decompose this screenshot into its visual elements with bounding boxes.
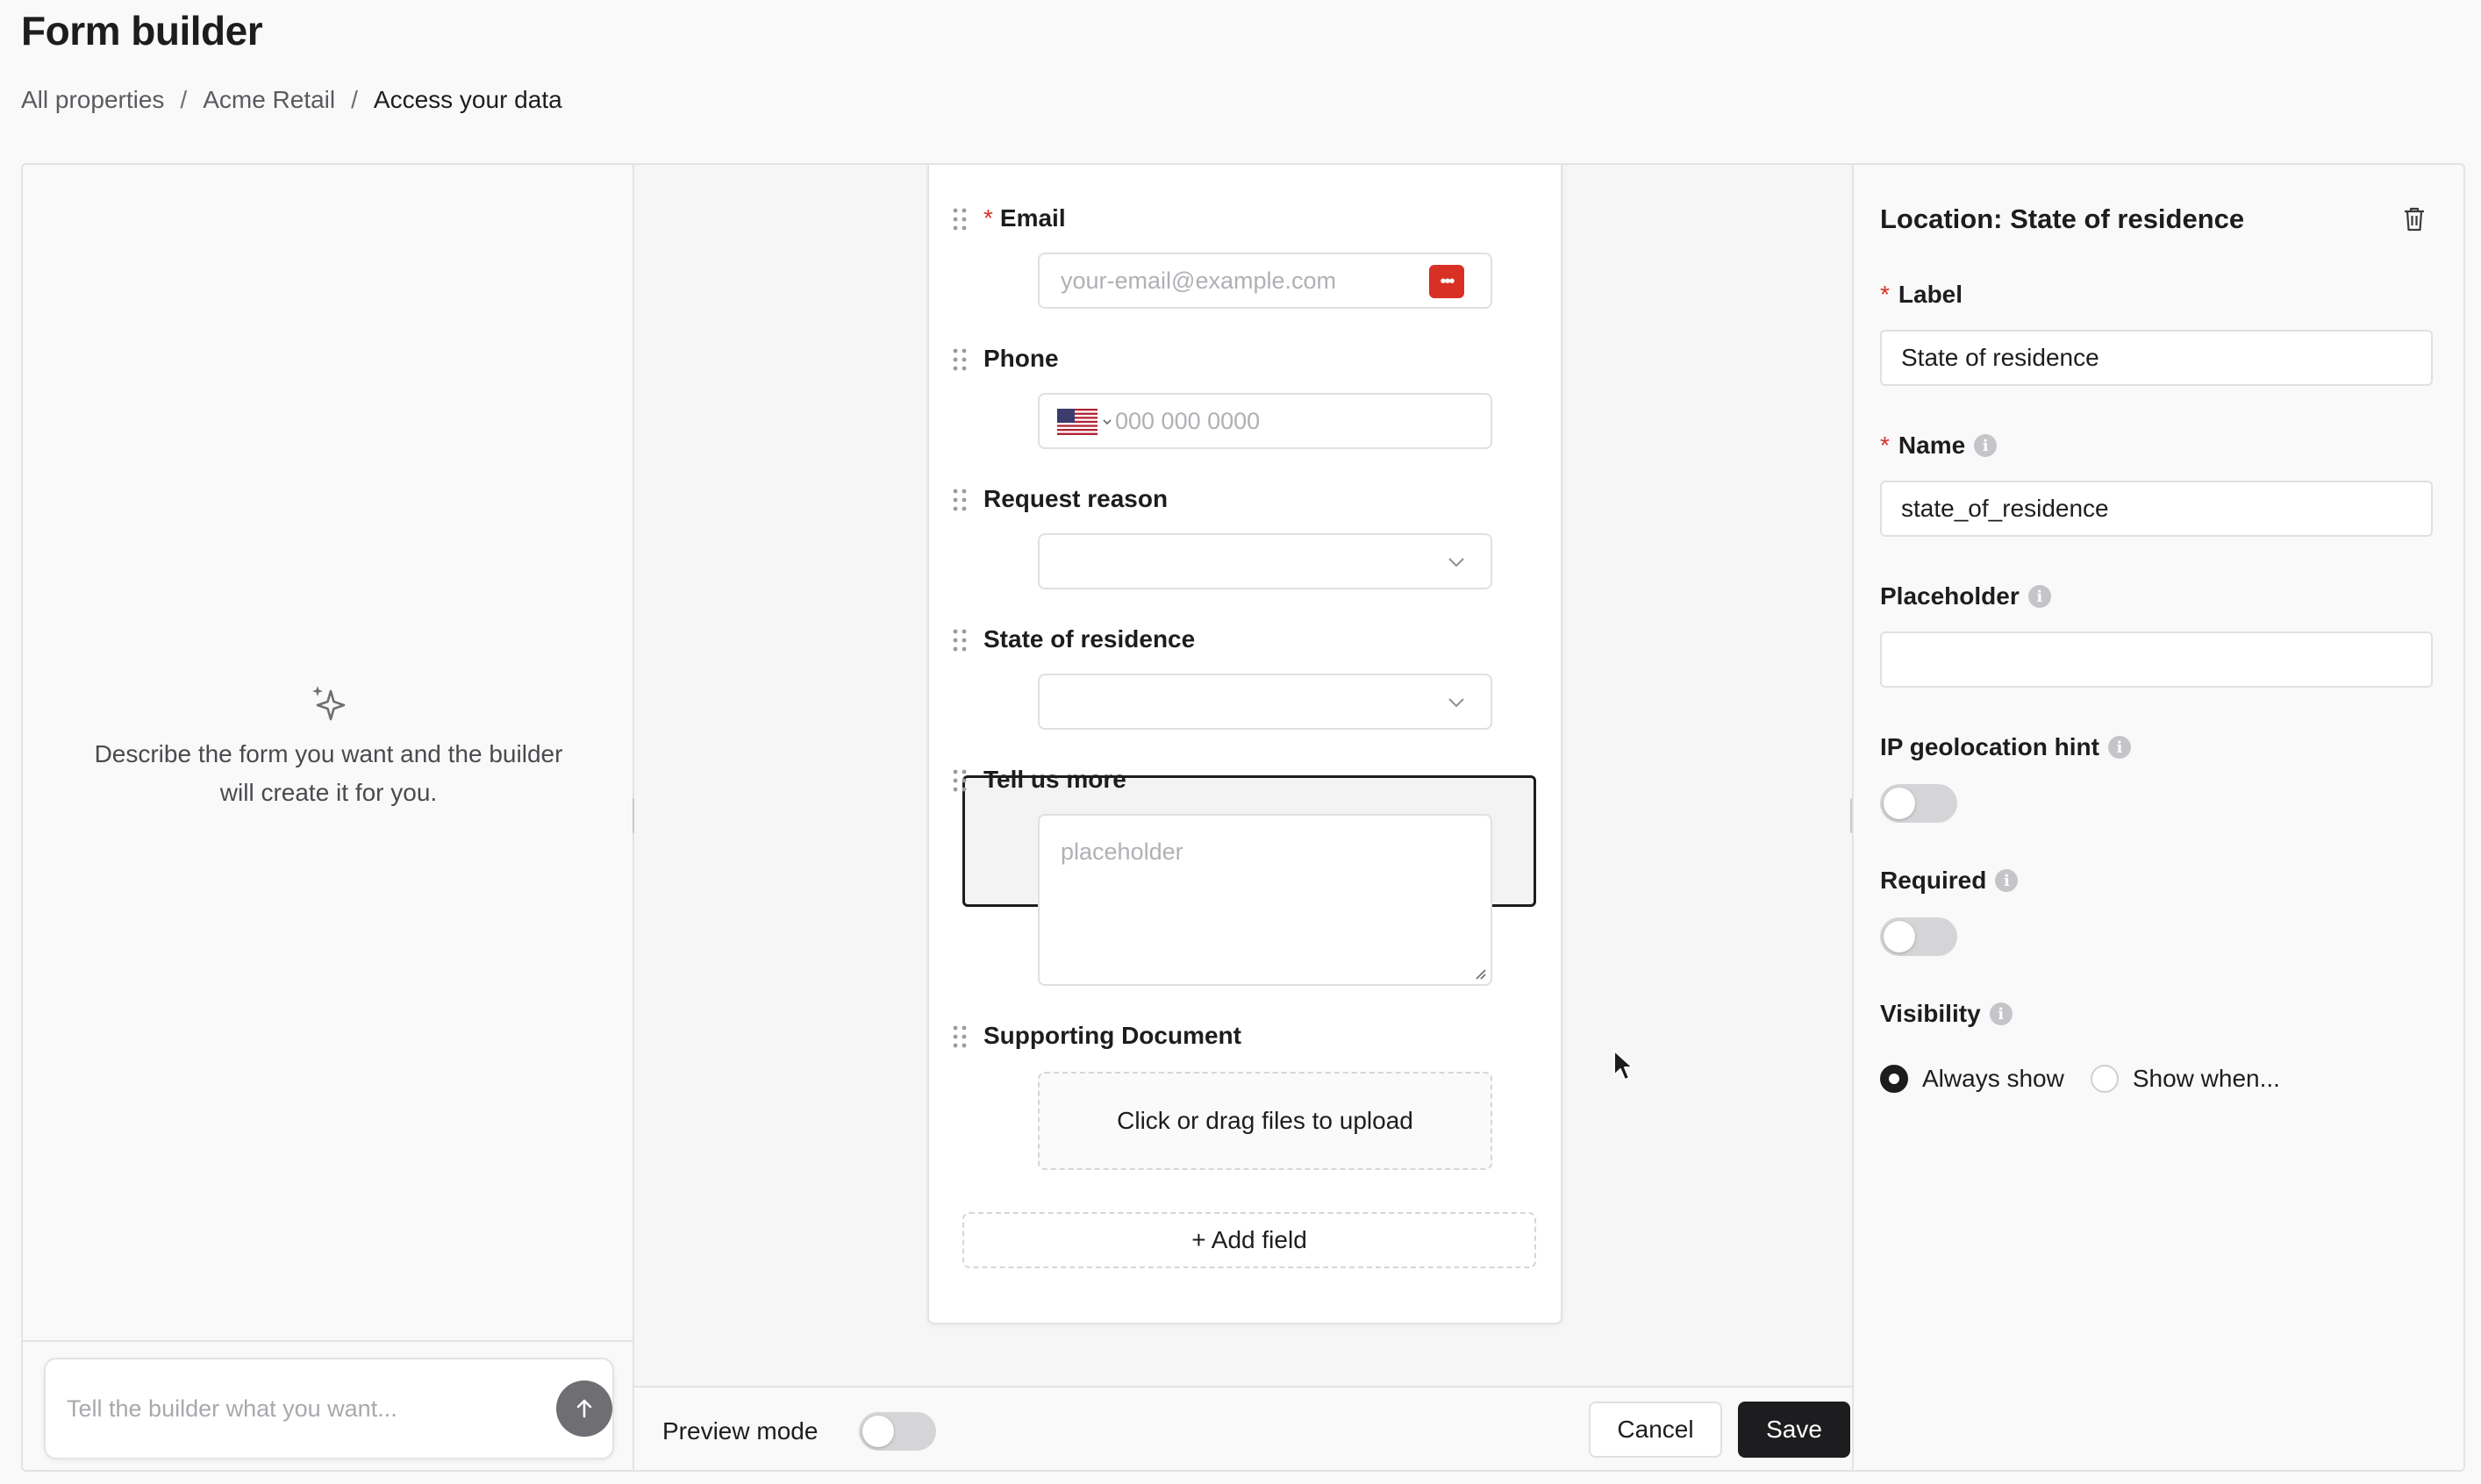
visibility-always-radio[interactable]: [1880, 1065, 1908, 1093]
drag-handle-icon[interactable]: [952, 1024, 968, 1049]
assistant-panel: Describe the form you want and the build…: [23, 165, 634, 1470]
email-input-box: •••: [1038, 253, 1492, 309]
field-label: Phone: [983, 345, 1059, 372]
field-email[interactable]: * Email: [953, 203, 1512, 233]
send-button[interactable]: [556, 1381, 612, 1437]
label-input-box: [1880, 330, 2433, 386]
password-manager-icon[interactable]: •••: [1429, 265, 1464, 298]
page-title: Form builder: [21, 8, 263, 54]
assistant-composer-area: [23, 1340, 634, 1470]
sparkle-icon: [311, 686, 345, 721]
placeholder-input[interactable]: [1882, 633, 2431, 686]
info-icon[interactable]: i: [2027, 585, 2051, 608]
toggle-knob: [1884, 788, 1915, 819]
visibility-label: Visibility i: [1880, 1000, 2013, 1028]
info-icon[interactable]: i: [1974, 434, 1998, 457]
assistant-empty-text: will create it for you.: [219, 779, 438, 806]
file-upload-dropzone[interactable]: Click or drag files to upload: [1038, 1072, 1492, 1170]
visibility-option-label[interactable]: Always show: [1922, 1065, 2064, 1093]
chevron-down-icon: [1448, 558, 1464, 567]
visibility-radio-group: Always show Show when...: [1880, 1065, 2306, 1093]
drag-handle-icon[interactable]: [952, 768, 968, 793]
add-field-button[interactable]: + Add field: [962, 1212, 1536, 1268]
field-label: Supporting Document: [983, 1022, 1241, 1049]
form-canvas: *Email ••• Phone: [634, 165, 1852, 1470]
placeholder-input-box: [1880, 631, 2433, 688]
assistant-empty-text: Describe the form you want and the build…: [94, 740, 563, 767]
field-request-reason[interactable]: Request reason: [953, 484, 1512, 514]
required-asterisk: *: [983, 204, 993, 232]
arrow-up-icon: [576, 1399, 592, 1418]
canvas-footer: Preview mode Cancel Save: [634, 1386, 1852, 1470]
trash-icon[interactable]: [2401, 205, 2427, 233]
properties-panel: Location: State of residence *Label *Nam…: [1852, 165, 2463, 1470]
field-supporting-document[interactable]: Supporting Document: [953, 1021, 1512, 1051]
state-of-residence-select[interactable]: [1038, 674, 1492, 730]
tell-us-more-box: [1038, 814, 1492, 986]
name-input-box: [1880, 481, 2433, 537]
required-label: Required i: [1880, 867, 2019, 895]
drag-handle-icon[interactable]: [952, 488, 968, 512]
field-state-of-residence[interactable]: State of residence: [953, 624, 1512, 654]
assistant-prompt-input[interactable]: [67, 1359, 523, 1458]
field-label: State of residence: [983, 625, 1196, 653]
breadcrumb-item-acme-retail[interactable]: Acme Retail: [203, 86, 335, 114]
phone-input-box: [1038, 393, 1492, 449]
builder-frame: Describe the form you want and the build…: [21, 163, 2465, 1472]
field-tell-us-more[interactable]: Tell us more: [953, 765, 1512, 795]
assistant-empty-state: Describe the form you want and the build…: [23, 682, 634, 812]
breadcrumb-item-all-properties[interactable]: All properties: [21, 86, 164, 114]
visibility-option-label[interactable]: Show when...: [2133, 1065, 2280, 1093]
field-phone[interactable]: Phone: [953, 344, 1512, 374]
form-preview-card: *Email ••• Phone: [927, 165, 1562, 1324]
label-field-label: * Label: [1880, 281, 1963, 308]
name-input[interactable]: [1882, 482, 2431, 535]
breadcrumb: All properties / Acme Retail / Access yo…: [21, 86, 562, 114]
save-button[interactable]: Save: [1738, 1402, 1850, 1458]
mouse-cursor-icon: [1613, 1050, 1634, 1081]
drag-handle-icon[interactable]: [952, 628, 968, 653]
toggle-knob: [862, 1416, 894, 1447]
info-icon[interactable]: i: [1989, 1002, 2013, 1025]
field-label: Request reason: [983, 485, 1169, 512]
label-input[interactable]: [1882, 332, 2431, 384]
cancel-button[interactable]: Cancel: [1589, 1402, 1722, 1458]
tell-us-more-textarea[interactable]: [1040, 816, 1491, 984]
ip-geolocation-label: IP geolocation hint i: [1880, 733, 2131, 761]
phone-number-wrap: [1103, 395, 1471, 447]
drag-handle-icon[interactable]: [952, 347, 968, 372]
assistant-composer: [44, 1358, 614, 1459]
preview-mode-label: Preview mode: [662, 1417, 819, 1445]
field-label: Tell us more: [983, 766, 1126, 793]
required-asterisk: *: [1880, 432, 1890, 459]
visibility-when-radio[interactable]: [2090, 1065, 2119, 1093]
email-field[interactable]: [1040, 254, 1491, 307]
breadcrumb-separator: /: [180, 86, 188, 113]
properties-title: Location: State of residence: [1880, 203, 2245, 234]
name-field-label: * Name i: [1880, 432, 1998, 460]
us-flag-icon: [1057, 409, 1098, 435]
request-reason-select[interactable]: [1038, 533, 1492, 589]
breadcrumb-item-current: Access your data: [373, 86, 562, 113]
chevron-down-icon: [1448, 698, 1464, 708]
preview-mode-toggle[interactable]: [859, 1412, 936, 1451]
toggle-knob: [1884, 921, 1915, 952]
drag-handle-icon[interactable]: [952, 207, 968, 232]
info-icon[interactable]: i: [2107, 736, 2131, 759]
phone-field[interactable]: [1103, 395, 1471, 447]
ip-geolocation-toggle[interactable]: [1880, 784, 1957, 823]
placeholder-field-label: Placeholder i: [1880, 582, 2051, 610]
required-toggle[interactable]: [1880, 917, 1957, 956]
breadcrumb-separator: /: [351, 86, 358, 113]
field-label: * Email: [983, 204, 1066, 232]
info-icon[interactable]: i: [1995, 869, 2019, 892]
required-asterisk: *: [1880, 281, 1890, 308]
resize-grip-icon[interactable]: [1473, 967, 1487, 981]
